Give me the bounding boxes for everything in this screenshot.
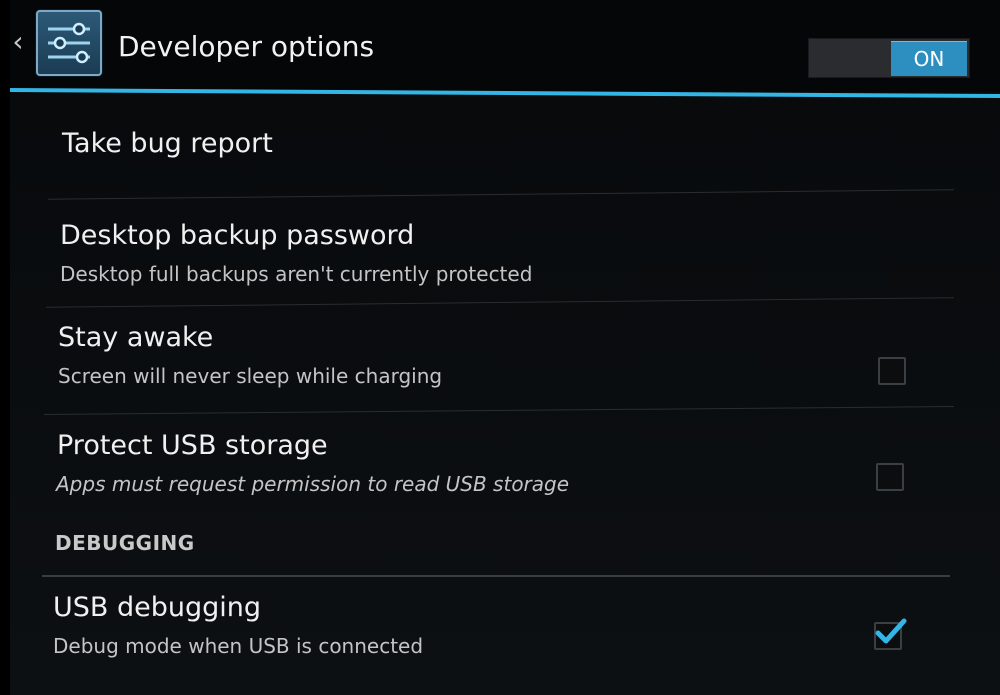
settings-sliders-icon[interactable] <box>36 10 102 76</box>
desktop-backup-password-label: Desktop backup password <box>60 220 415 251</box>
protect-usb-storage-item[interactable]: Protect USB storage Apps must request pe… <box>44 430 954 514</box>
protect-usb-storage-checkbox[interactable] <box>876 463 904 491</box>
desktop-backup-password-summary: Desktop full backups aren't currently pr… <box>60 262 533 286</box>
usb-debugging-checkbox[interactable] <box>874 618 907 650</box>
take-bug-report-item[interactable]: Take bug report <box>44 128 954 192</box>
usb-debugging-item[interactable]: USB debugging Debug mode when USB is con… <box>44 592 954 676</box>
debugging-section-header: DEBUGGING <box>55 531 195 555</box>
chevron-left-icon[interactable]: ‹ <box>10 28 26 56</box>
switch-state-label: ON <box>891 41 967 76</box>
usb-debugging-summary: Debug mode when USB is connected <box>53 634 424 658</box>
checkmark-icon <box>875 618 907 644</box>
developer-options-switch[interactable]: ON <box>808 38 970 78</box>
take-bug-report-label: Take bug report <box>62 128 273 159</box>
protect-usb-storage-label: Protect USB storage <box>57 430 328 461</box>
section-divider <box>42 575 950 577</box>
page-title: Developer options <box>118 30 375 63</box>
desktop-backup-password-item[interactable]: Desktop backup password Desktop full bac… <box>44 220 954 300</box>
stay-awake-summary: Screen will never sleep while charging <box>58 364 443 388</box>
stay-awake-checkbox[interactable] <box>878 357 906 385</box>
stay-awake-label: Stay awake <box>58 322 214 353</box>
usb-debugging-label: USB debugging <box>53 592 262 623</box>
stay-awake-item[interactable]: Stay awake Screen will never sleep while… <box>44 322 954 406</box>
screen: ‹ Developer options ON Take bug report D… <box>0 0 1000 695</box>
protect-usb-storage-summary: Apps must request permission to read USB… <box>56 472 570 496</box>
